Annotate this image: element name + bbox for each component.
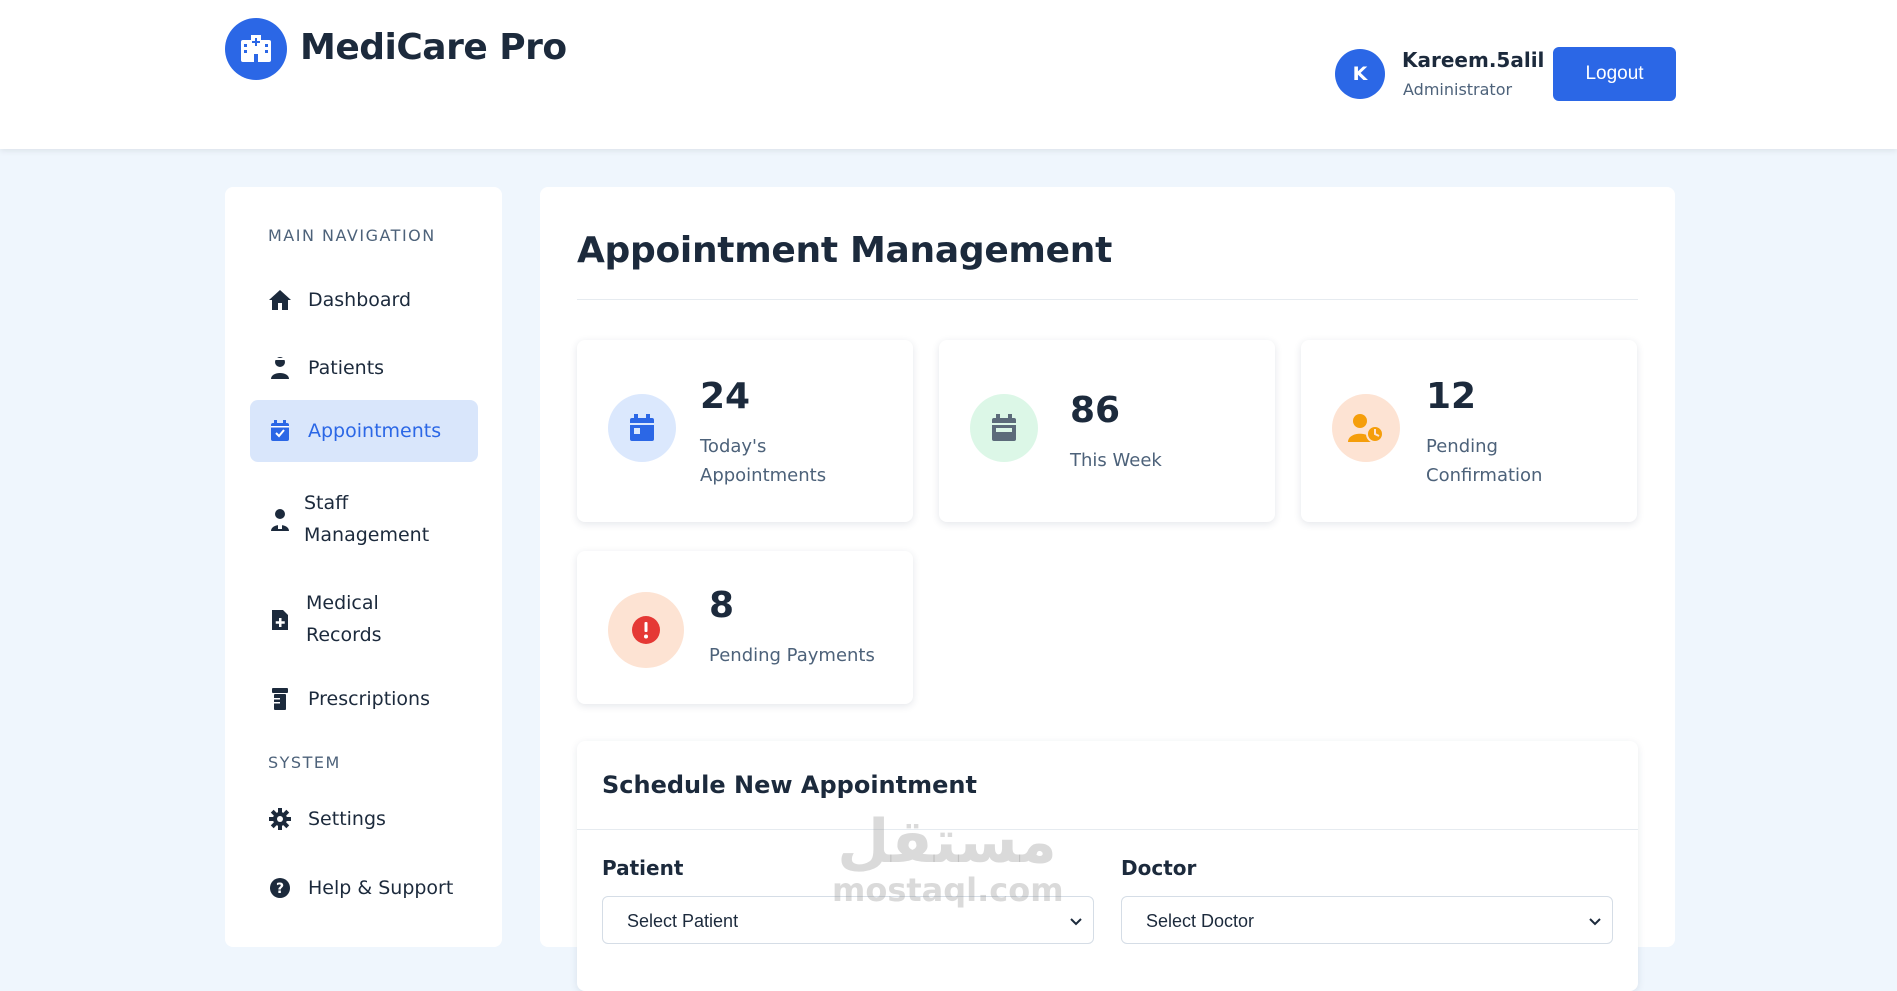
sidebar-item-help-support[interactable]: ? Help & Support [250, 866, 478, 910]
calendar-day-icon [608, 394, 676, 462]
page-title: Appointment Management [577, 230, 1112, 271]
sidebar-item-staff-management[interactable]: Staff Management [250, 481, 478, 559]
schedule-divider [577, 829, 1638, 830]
stat-value: 86 [1070, 390, 1121, 431]
sidebar-item-prescriptions[interactable]: Prescriptions [250, 677, 478, 721]
question-circle-icon: ? [268, 876, 292, 900]
user-role: Administrator [1403, 80, 1513, 99]
sidebar-item-label: Prescriptions [308, 688, 430, 710]
schedule-appointment-card: Schedule New Appointment Patient Doctor … [577, 741, 1638, 991]
sidebar-item-appointments[interactable]: Appointments [250, 400, 478, 462]
user-clock-icon [1332, 394, 1400, 462]
chevron-down-icon [1588, 911, 1602, 932]
logout-button[interactable]: Logout [1553, 47, 1676, 101]
user-injured-icon [268, 356, 292, 380]
stat-card-today: 24 Today's Appointments [577, 340, 913, 522]
calendar-check-icon [268, 419, 292, 443]
watermark-latin: mostaql.com [832, 871, 1064, 909]
stat-card-pending-confirmation: 12 Pending Confirmation [1301, 340, 1637, 522]
svg-text:?: ? [276, 881, 284, 897]
watermark-arabic: مستقل [837, 807, 1057, 877]
sidebar-item-label: Patients [308, 357, 385, 379]
file-medical-icon [268, 608, 292, 632]
doctor-select-value: Select Doctor [1146, 911, 1255, 931]
watermark: مستقل mostaql.com [832, 807, 1064, 909]
stat-value: 24 [700, 376, 751, 417]
stat-card-week: 86 This Week [939, 340, 1275, 522]
system-heading: SYSTEM [268, 753, 341, 772]
home-icon [268, 288, 292, 312]
stat-value: 8 [709, 585, 735, 626]
stat-label: Pending Payments [709, 645, 875, 666]
sidebar-item-label: Settings [308, 808, 386, 830]
sidebar-item-medical-records[interactable]: Medical Records [250, 581, 478, 659]
top-header: MediCare Pro K Kareem.5alil Administrato… [0, 0, 1897, 149]
sidebar: MAIN NAVIGATION Dashboard Patients Appoi… [225, 187, 502, 947]
stat-card-pending-payments: 8 Pending Payments [577, 551, 913, 704]
stat-label: Pending Confirmation [1426, 436, 1543, 486]
hospital-logo-icon [225, 18, 287, 80]
sidebar-item-dashboard[interactable]: Dashboard [250, 278, 478, 322]
sidebar-item-label: Dashboard [308, 289, 412, 311]
sidebar-item-settings[interactable]: Settings [250, 797, 478, 841]
patient-label: Patient [602, 856, 684, 880]
calendar-week-icon [970, 394, 1038, 462]
stat-value: 12 [1426, 376, 1477, 417]
brand-name: MediCare Pro [300, 27, 567, 68]
gear-icon [268, 807, 292, 831]
user-name: Kareem.5alil [1402, 48, 1545, 72]
main-content: Appointment Management 24 Today's Appoin… [540, 187, 1675, 991]
sidebar-item-patients[interactable]: Patients [250, 346, 478, 390]
exclamation-circle-icon [608, 592, 684, 668]
doctor-select[interactable]: Select Doctor [1121, 896, 1613, 944]
sidebar-item-label: Staff Management [304, 492, 430, 546]
sidebar-item-label: Appointments [308, 420, 442, 442]
prescription-bottle-icon [268, 687, 292, 711]
sidebar-item-label: Medical Records [306, 592, 382, 646]
schedule-title: Schedule New Appointment [602, 771, 977, 799]
stat-label: Today's Appointments [700, 436, 827, 486]
sidebar-item-label: Help & Support [308, 877, 454, 899]
doctor-label: Doctor [1121, 856, 1197, 880]
user-doctor-icon [268, 508, 292, 532]
user-avatar[interactable]: K [1335, 49, 1385, 99]
stat-label: This Week [1070, 450, 1162, 471]
patient-select-value: Select Patient [627, 911, 739, 931]
title-divider [577, 299, 1638, 300]
main-navigation-heading: MAIN NAVIGATION [268, 226, 436, 245]
chevron-down-icon [1069, 911, 1083, 932]
